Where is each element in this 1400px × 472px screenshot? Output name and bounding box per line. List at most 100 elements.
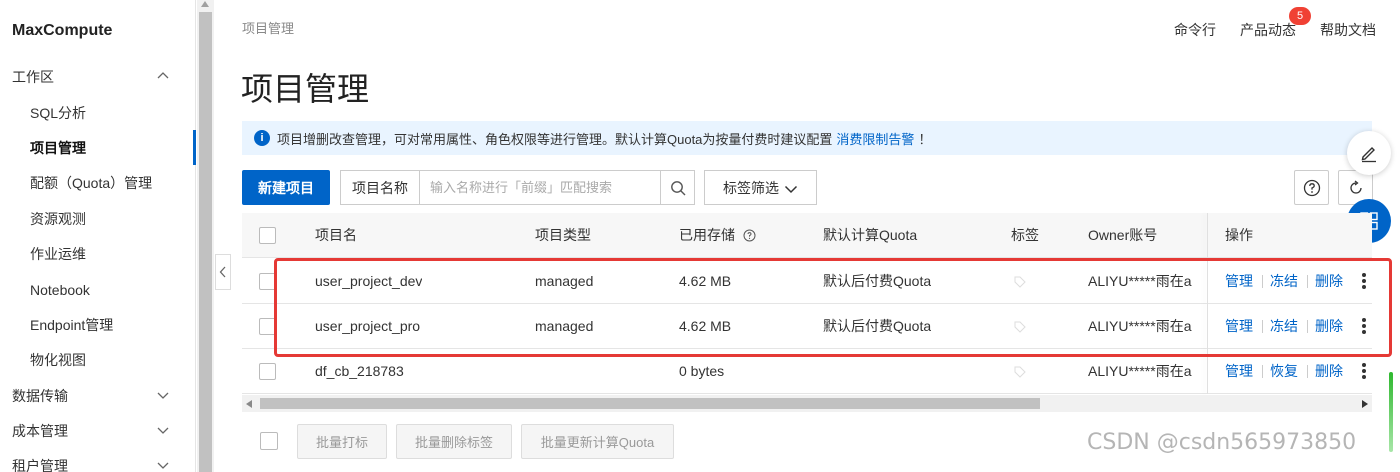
manage-link[interactable]: 管理 <box>1225 259 1253 304</box>
sidebar-group-cost-management[interactable]: 成本管理 <box>0 413 196 448</box>
more-icon[interactable] <box>1362 273 1366 289</box>
sidebar-item-quota-management[interactable]: 配额（Quota）管理 <box>0 165 196 200</box>
project-owner: ALIYU*****雨在ali <box>1088 273 1192 289</box>
scrollbar-thumb[interactable] <box>260 398 1040 409</box>
scrollbar-thumb[interactable] <box>1389 372 1393 452</box>
app-window: MaxCompute 工作区 SQL分析 项目管理 配额（Quota）管理 资源… <box>0 0 1400 472</box>
help-icon[interactable] <box>743 229 756 242</box>
fixed-column-divider <box>1207 213 1208 394</box>
sidebar-group-workspace[interactable]: 工作区 <box>0 59 196 94</box>
column-header-storage-label: 已用存储 <box>679 227 735 243</box>
sidebar-item-sql-analysis[interactable]: SQL分析 <box>0 95 196 130</box>
manage-link[interactable]: 管理 <box>1225 304 1253 349</box>
project-quota: 默认后付费Quota <box>823 273 932 289</box>
column-header-owner: Owner账号 <box>1088 227 1158 243</box>
sidebar-item-job-ops[interactable]: 作业运维 <box>0 236 196 271</box>
project-quota: 默认后付费Quota <box>823 318 932 334</box>
sidebar-item-project-management[interactable]: 项目管理 <box>0 130 196 165</box>
column-header-ops: 操作 <box>1225 227 1253 243</box>
sidebar-item-notebook[interactable]: Notebook <box>0 272 196 307</box>
batch-tag-button[interactable]: 批量打标 <box>297 424 387 459</box>
consumption-alert-link[interactable]: 消费限制告警 <box>836 129 914 148</box>
chevron-down-icon <box>157 462 169 469</box>
sidebar-group-data-transfer[interactable]: 数据传输 <box>0 378 196 413</box>
select-all-checkbox[interactable] <box>259 227 276 244</box>
project-name: df_cb_218783 <box>315 363 404 379</box>
delete-link[interactable]: 删除 <box>1315 304 1343 349</box>
scroll-left-arrow[interactable] <box>246 400 252 408</box>
row-checkbox[interactable] <box>259 318 276 335</box>
project-type: managed <box>535 273 594 289</box>
feedback-float-button[interactable] <box>1347 131 1391 175</box>
divider <box>1262 320 1263 333</box>
sidebar-item-resource-observation[interactable]: 资源观测 <box>0 201 196 236</box>
search-icon <box>670 180 685 195</box>
delete-link[interactable]: 删除 <box>1315 349 1343 394</box>
chevron-left-icon <box>219 266 226 278</box>
chevron-down-icon <box>157 392 169 399</box>
scroll-up-arrow[interactable] <box>201 1 209 7</box>
row-checkbox[interactable] <box>259 273 276 290</box>
sidebar-item-label: Notebook <box>30 281 90 298</box>
table-header: 项目名 项目类型 已用存储 默认计算Quota 标签 Owner账号 操作 <box>242 213 1372 258</box>
tag-filter-dropdown[interactable]: 标签筛选 <box>704 170 817 205</box>
search-button[interactable] <box>660 170 695 205</box>
breadcrumb[interactable]: 项目管理 <box>242 18 294 37</box>
notification-badge: 5 <box>1289 7 1311 25</box>
sidebar-item-label: 项目管理 <box>30 139 86 156</box>
batch-select-checkbox[interactable] <box>260 432 278 450</box>
restore-link[interactable]: 恢复 <box>1270 349 1298 394</box>
scrollbar-thumb[interactable] <box>199 12 212 472</box>
sidebar-item-materialized-view[interactable]: 物化视图 <box>0 342 196 377</box>
tag-icon[interactable] <box>1014 276 1026 288</box>
sidebar-collapse-button[interactable] <box>215 254 231 290</box>
batch-remove-tag-button[interactable]: 批量删除标签 <box>396 424 512 459</box>
help-icon <box>1303 179 1320 196</box>
freeze-link[interactable]: 冻结 <box>1270 304 1298 349</box>
topnav-product-news[interactable]: 产品动态 <box>1240 20 1296 40</box>
chevron-down-icon <box>784 185 798 194</box>
edit-icon <box>1361 147 1376 163</box>
table-row: user_project_dev managed 4.62 MB 默认后付费Qu… <box>242 259 1372 304</box>
page-scrollbar[interactable] <box>1387 372 1395 452</box>
search-input[interactable] <box>419 170 661 205</box>
topnav-help-docs[interactable]: 帮助文档 <box>1320 20 1376 40</box>
more-icon[interactable] <box>1362 318 1366 334</box>
sidebar-group-label: 租户管理 <box>12 457 68 472</box>
freeze-link[interactable]: 冻结 <box>1270 259 1298 304</box>
sidebar-item-label: 作业运维 <box>30 245 86 262</box>
sidebar-item-label: 配额（Quota）管理 <box>30 174 153 191</box>
sidebar-scrollbar[interactable] <box>197 0 214 472</box>
chevron-up-icon <box>157 72 169 79</box>
more-icon[interactable] <box>1362 363 1366 379</box>
info-icon: i <box>254 130 270 146</box>
batch-update-quota-button[interactable]: 批量更新计算Quota <box>521 424 674 459</box>
sidebar: MaxCompute 工作区 SQL分析 项目管理 配额（Quota）管理 资源… <box>0 0 196 472</box>
scroll-right-arrow[interactable] <box>1362 400 1368 408</box>
tag-icon[interactable] <box>1014 321 1026 333</box>
sidebar-item-label: Endpoint管理 <box>30 316 114 333</box>
sidebar-group-label: 数据传输 <box>12 387 68 404</box>
delete-link[interactable]: 删除 <box>1315 259 1343 304</box>
manage-link[interactable]: 管理 <box>1225 349 1253 394</box>
column-header-name: 项目名 <box>315 227 357 243</box>
sidebar-group-label: 成本管理 <box>12 422 68 439</box>
project-owner: ALIYU*****雨在ali <box>1088 318 1192 334</box>
sidebar-group-tenant-management[interactable]: 租户管理 <box>0 448 196 472</box>
refresh-icon <box>1349 179 1362 194</box>
row-checkbox[interactable] <box>259 363 276 380</box>
table-horizontal-scrollbar[interactable] <box>242 395 1372 412</box>
notice-text: 项目增删改查管理，可对常用属性、角色权限等进行管理。默认计算Quota为按量付费… <box>277 131 833 147</box>
tag-icon[interactable] <box>1014 366 1026 378</box>
create-project-button[interactable]: 新建项目 <box>242 170 330 205</box>
sidebar-item-endpoint[interactable]: Endpoint管理 <box>0 307 196 342</box>
search-field-select[interactable]: 项目名称 <box>340 170 419 205</box>
info-notice: i 项目增删改查管理，可对常用属性、角色权限等进行管理。默认计算Quota为按量… <box>242 121 1372 155</box>
project-storage: 4.62 MB <box>679 318 732 334</box>
column-header-tag: 标签 <box>1011 227 1039 243</box>
sidebar-item-label: 资源观测 <box>30 210 86 227</box>
topnav-cli[interactable]: 命令行 <box>1174 20 1216 40</box>
sidebar-item-label: SQL分析 <box>30 104 87 121</box>
divider <box>1307 320 1308 333</box>
help-button[interactable] <box>1294 170 1329 205</box>
